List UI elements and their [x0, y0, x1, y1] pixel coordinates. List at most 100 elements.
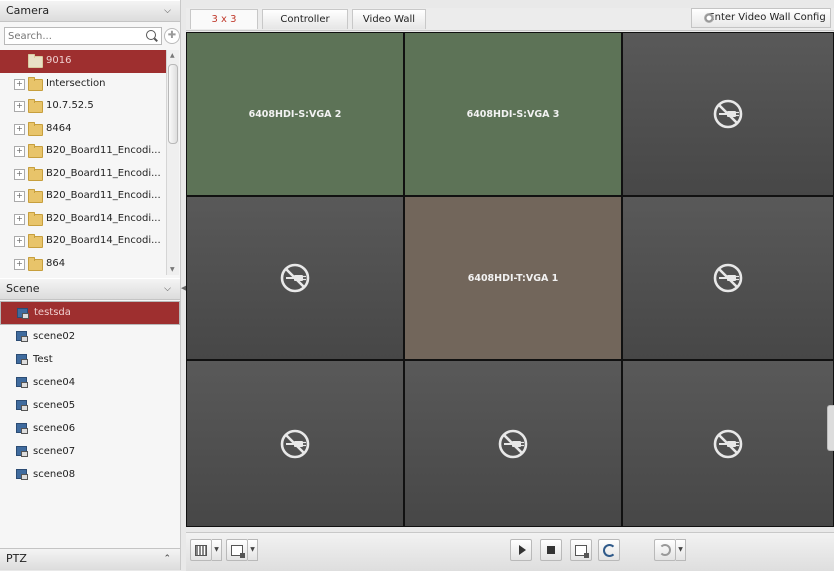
folder-icon	[28, 234, 43, 248]
enter-video-wall-config-button[interactable]: Enter Video Wall Config	[691, 8, 831, 28]
ptz-panel-title: PTZ	[6, 552, 27, 565]
scene-icon	[16, 400, 28, 411]
scene-item-label: Test	[33, 354, 53, 365]
expand-icon[interactable]: +	[14, 78, 25, 90]
scene-item-label: scene06	[33, 423, 76, 434]
scene-list-item[interactable]: Test	[0, 348, 180, 371]
screen-dropdown[interactable]: ▼	[248, 539, 258, 561]
expand-icon[interactable]: +	[14, 101, 25, 112]
scene-list-item[interactable]: scene04	[0, 371, 180, 394]
camera-tree-item[interactable]: +10.7.52.5	[0, 95, 166, 118]
camera-search-input[interactable]	[4, 27, 162, 45]
camera-tree-item[interactable]: + B20_Board11_Encodi...	[0, 163, 166, 186]
undo-button[interactable]	[654, 539, 676, 561]
video-wall-cell[interactable]	[404, 360, 622, 527]
scene-item-label: scene07	[33, 446, 76, 457]
camera-tree-item-label: B20_Board11_Encodi...	[46, 167, 161, 179]
scene-list: testsda scene02 Test scene04 scene05 scene06 s…	[0, 301, 180, 546]
refresh-icon	[602, 543, 616, 557]
camera-search-row: ✚	[0, 27, 180, 49]
scene-icon	[16, 331, 28, 342]
expand-icon[interactable]: +	[14, 213, 25, 225]
screen-button[interactable]	[226, 539, 248, 561]
scene-list-item[interactable]: scene05	[0, 394, 180, 417]
scene-list-item[interactable]: scene08	[0, 463, 180, 486]
expand-icon[interactable]: +	[14, 146, 25, 157]
camera-tree: 9016 + Intersection +10.7.52.5 +8464 + B20_Boa…	[0, 50, 166, 275]
folder-icon	[28, 189, 43, 203]
no-signal-icon	[713, 99, 743, 129]
add-filter-icon[interactable]: ✚	[164, 28, 180, 44]
enter-config-label: Enter Video Wall Config	[708, 12, 826, 23]
video-wall-cell[interactable]	[622, 196, 834, 360]
chevron-down-icon[interactable]: ⌵	[164, 1, 171, 21]
camera-tree-item-label: B20_Board14_Encodi...	[46, 212, 161, 224]
no-signal-icon	[713, 263, 743, 293]
undo-icon	[659, 544, 671, 556]
video-wall-cell[interactable]	[186, 360, 404, 527]
scene-item-label: scene04	[33, 377, 76, 388]
scroll-up-icon[interactable]: ▲	[170, 52, 175, 59]
video-wall-cell[interactable]	[622, 32, 834, 196]
side-panel-toggle[interactable]	[827, 405, 834, 451]
folder-icon	[28, 121, 43, 136]
stop-button[interactable]	[540, 539, 562, 561]
layout-button[interactable]	[190, 539, 212, 561]
expand-icon[interactable]: +	[14, 258, 25, 270]
scene-item-label: scene02	[33, 331, 76, 342]
layout-icon	[195, 544, 207, 556]
tab-controller[interactable]: Controller	[262, 9, 348, 29]
play-icon	[518, 545, 526, 555]
camera-tree-item-label: 9016	[46, 55, 72, 66]
scroll-down-icon[interactable]: ▼	[170, 266, 175, 273]
scene-item-label: testsda	[34, 307, 71, 318]
tab-video-wall[interactable]: Video Wall	[352, 9, 426, 29]
camera-tree-item[interactable]: + B20_Board14_Encodi...	[0, 230, 166, 253]
camera-tree-item[interactable]: + B20_Board11_Encodi...	[0, 140, 166, 163]
scene-list-item[interactable]: scene07	[0, 440, 180, 463]
scene-icon	[16, 469, 28, 480]
folder-icon	[28, 144, 43, 158]
scroll-thumb[interactable]	[168, 64, 178, 144]
scene-list-item[interactable]: scene02	[0, 325, 180, 348]
camera-tree-item[interactable]: +8464	[0, 118, 166, 141]
undo-dropdown[interactable]: ▼	[676, 539, 686, 561]
expand-icon[interactable]: +	[14, 236, 25, 247]
search-icon[interactable]	[146, 30, 156, 40]
expand-icon[interactable]: +	[14, 191, 25, 202]
scene-panel-header[interactable]: Scene ⌵	[0, 278, 180, 300]
expand-icon[interactable]: +	[14, 123, 25, 135]
camera-tree-item[interactable]: + Intersection	[0, 73, 166, 96]
camera-tree-item[interactable]: +864	[0, 253, 166, 276]
video-wall-cell[interactable]: 6408HDI-T:VGA 1	[404, 196, 622, 360]
expand-icon[interactable]: +	[14, 168, 25, 180]
tab-3x3[interactable]: 3 x 3	[190, 9, 258, 29]
camera-tree-item-label: 864	[46, 257, 66, 269]
chevron-up-icon[interactable]: ⌃	[163, 549, 171, 569]
camera-tree-item[interactable]: + B20_Board14_Encodi...	[0, 208, 166, 231]
scene-icon	[16, 446, 28, 457]
cell-source-label: 6408HDI-S:VGA 3	[466, 108, 560, 120]
video-wall-cell[interactable]	[622, 360, 834, 527]
scene-panel-title: Scene	[6, 282, 40, 295]
scene-list-item[interactable]: scene06	[0, 417, 180, 440]
camera-tree-scrollbar[interactable]: ▲ ▼	[166, 50, 179, 275]
folder-icon	[28, 76, 43, 91]
video-wall-cell[interactable]: 6408HDI-S:VGA 3	[404, 32, 622, 196]
ptz-panel-header[interactable]: PTZ ⌃	[0, 548, 180, 570]
video-wall-cell[interactable]: 6408HDI-S:VGA 2	[186, 32, 404, 196]
layout-dropdown[interactable]: ▼	[212, 539, 222, 561]
video-wall-cell[interactable]	[186, 196, 404, 360]
no-signal-icon	[280, 263, 310, 293]
camera-panel-header[interactable]: Camera ⌵	[0, 0, 180, 22]
refresh-button[interactable]	[598, 539, 620, 561]
camera-panel-title: Camera	[6, 4, 50, 17]
camera-tree-item-label: 8464	[46, 122, 72, 134]
scene-list-item[interactable]: testsda	[0, 301, 180, 325]
camera-tree-item[interactable]: + B20_Board11_Encodi...	[0, 185, 166, 208]
close-window-button[interactable]	[570, 539, 592, 561]
folder-icon	[28, 256, 43, 271]
play-button[interactable]	[510, 539, 532, 561]
chevron-down-icon[interactable]: ⌵	[164, 279, 171, 299]
camera-tree-item[interactable]: 9016	[0, 50, 166, 73]
